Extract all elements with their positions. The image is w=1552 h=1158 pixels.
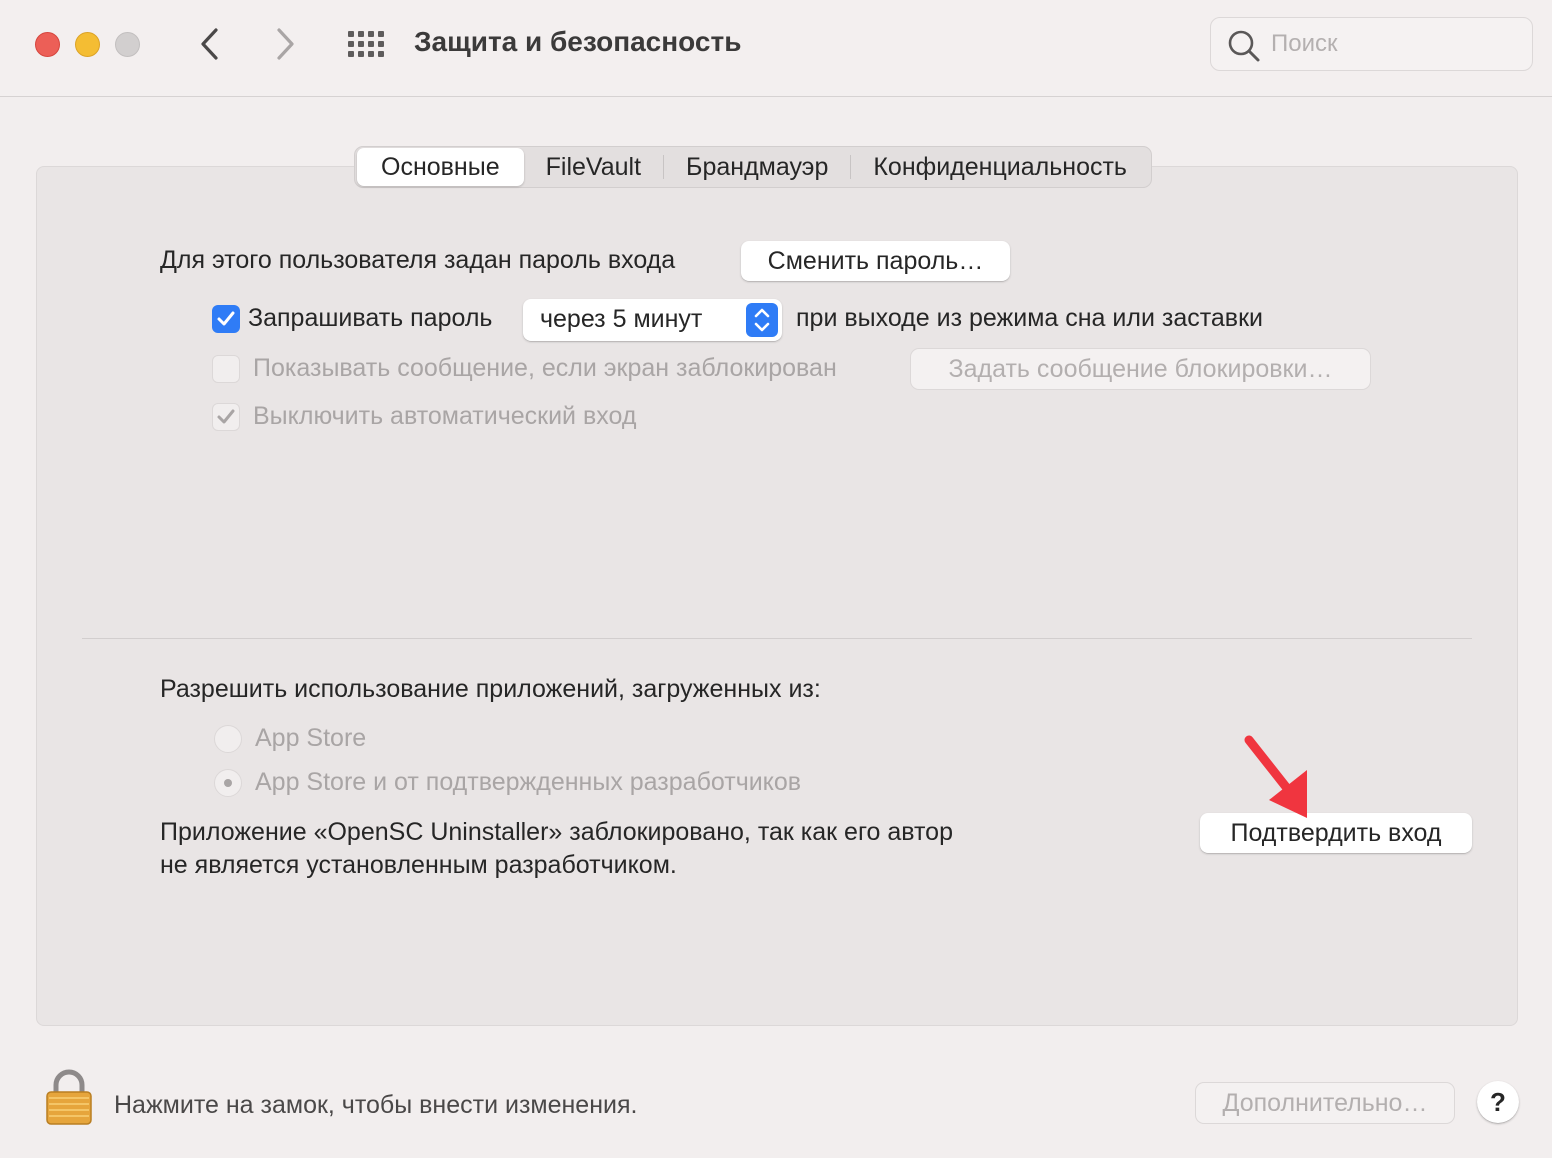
radio-dot bbox=[224, 779, 232, 787]
set-lock-message-button[interactable]: Задать сообщение блокировки… bbox=[911, 349, 1370, 389]
blocked-app-text-line1: Приложение «OpenSC Uninstaller» заблокир… bbox=[160, 818, 953, 846]
minimize-icon[interactable] bbox=[75, 32, 100, 57]
forward-button[interactable] bbox=[265, 24, 305, 64]
tab-bar: Основные FileVault Брандмауэр Конфиденци… bbox=[354, 146, 1152, 188]
radio-app-store-identified[interactable] bbox=[214, 769, 242, 797]
checkmark-icon bbox=[217, 409, 235, 424]
window-title: Защита и безопасность bbox=[414, 26, 742, 57]
blocked-app-text-line2: не является установленным разработчиком. bbox=[160, 851, 677, 879]
show-message-checkbox[interactable] bbox=[212, 355, 240, 383]
password-delay-value: через 5 минут bbox=[540, 305, 703, 333]
require-password-checkbox[interactable] bbox=[212, 305, 240, 333]
advanced-button[interactable]: Дополнительно… bbox=[1196, 1083, 1454, 1123]
section-divider bbox=[82, 638, 1472, 639]
lock-text: Нажмите на замок, чтобы внести изменения… bbox=[114, 1091, 638, 1119]
zoom-icon[interactable] bbox=[115, 32, 140, 57]
lock-icon[interactable] bbox=[45, 1068, 93, 1126]
confirm-open-button[interactable]: Подтвердить вход bbox=[1200, 813, 1472, 853]
search-input[interactable] bbox=[1271, 27, 1511, 61]
checkmark-icon bbox=[217, 311, 235, 326]
help-button[interactable]: ? bbox=[1477, 1081, 1519, 1123]
show-message-label: Показывать сообщение, если экран заблоки… bbox=[253, 354, 837, 382]
after-sleep-text: при выходе из режима сна или заставки bbox=[796, 304, 1263, 332]
radio-app-store[interactable] bbox=[214, 725, 242, 753]
tab-firewall[interactable]: Брандмауэр bbox=[664, 148, 850, 186]
chevron-right-icon bbox=[277, 28, 294, 60]
disable-auto-login-label: Выключить автоматический вход bbox=[253, 402, 637, 430]
search-icon bbox=[1228, 30, 1260, 62]
disable-auto-login-checkbox[interactable] bbox=[212, 403, 240, 431]
radio-app-store-label: App Store bbox=[255, 724, 367, 752]
change-password-button[interactable]: Сменить пароль… bbox=[741, 241, 1010, 281]
password-set-text: Для этого пользователя задан пароль вход… bbox=[160, 246, 676, 274]
require-password-label: Запрашивать пароль bbox=[248, 304, 493, 332]
tab-general[interactable]: Основные bbox=[357, 148, 524, 186]
tab-privacy[interactable]: Конфиденциальность bbox=[851, 148, 1149, 186]
back-button[interactable] bbox=[190, 24, 230, 64]
chevron-left-icon bbox=[201, 28, 218, 60]
tab-filevault[interactable]: FileVault bbox=[524, 148, 663, 186]
content-panel bbox=[36, 166, 1518, 1026]
close-icon[interactable] bbox=[35, 32, 60, 57]
grid-icon[interactable] bbox=[346, 27, 386, 61]
allow-apps-heading: Разрешить использование приложений, загр… bbox=[160, 675, 821, 703]
title-bar: Защита и безопасность bbox=[0, 0, 1552, 97]
stepper-icon bbox=[746, 303, 778, 337]
search-field[interactable] bbox=[1210, 17, 1533, 71]
radio-app-store-identified-label: App Store и от подтвержденных разработчи… bbox=[255, 768, 802, 796]
password-delay-popup[interactable]: через 5 минут bbox=[523, 299, 782, 341]
